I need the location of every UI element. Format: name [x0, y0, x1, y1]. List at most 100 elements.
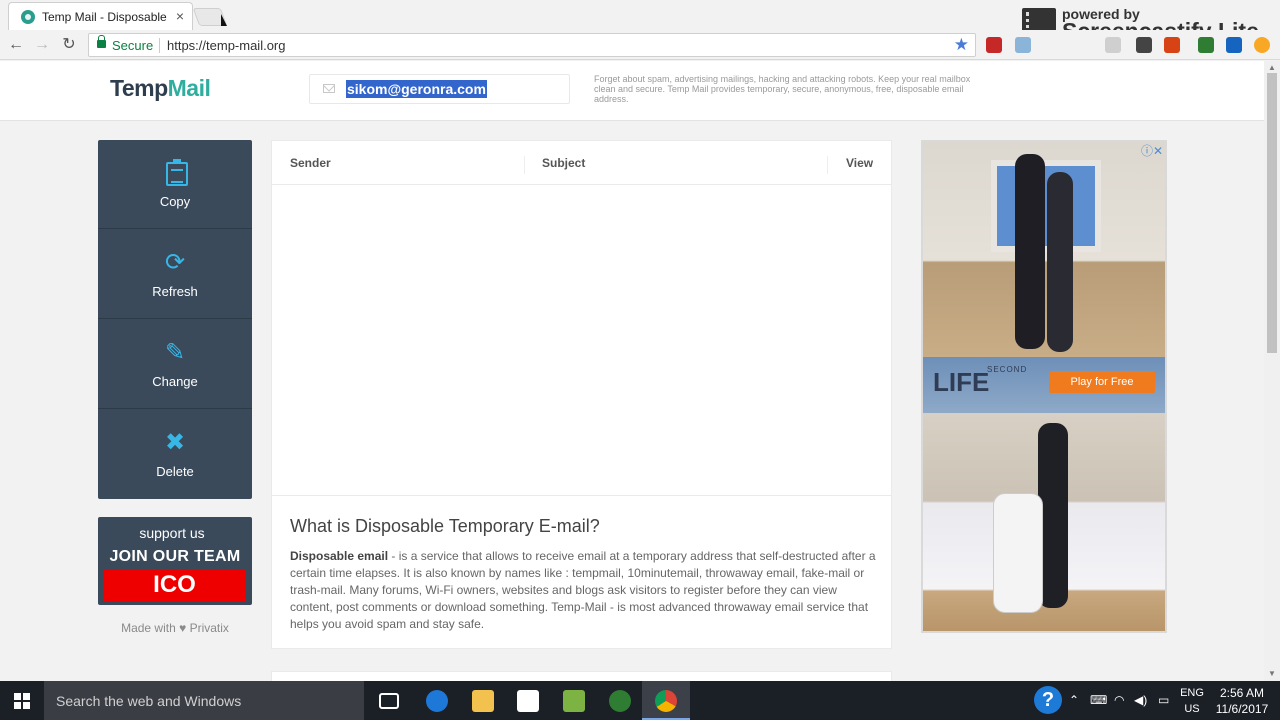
wifi-icon[interactable]: ◠ [1114, 693, 1124, 707]
change-button[interactable]: ✎ Change [98, 320, 252, 409]
scroll-up-icon[interactable]: ▲ [1268, 63, 1276, 72]
pen-icon: ✎ [164, 339, 186, 366]
second-life-logo: LIFE [933, 367, 990, 397]
promo-join-team: JOIN OUR TEAM [109, 548, 241, 565]
tab-title: Temp Mail - Disposable T [42, 10, 167, 24]
copy-label: Copy [159, 194, 191, 209]
clipboard-icon [166, 159, 188, 186]
extension-icon[interactable] [1254, 37, 1270, 53]
ad-figure-woman [1047, 172, 1073, 352]
omnibox-divider [159, 38, 160, 53]
delete-label: Delete [156, 464, 194, 479]
address-bar[interactable]: Secure https://temp-mail.org ★ [88, 33, 976, 57]
change-label: Change [152, 374, 198, 389]
tempmail-favicon-icon [21, 10, 35, 24]
ad-scene-top [923, 142, 1165, 357]
lang-line-2: US [1184, 703, 1200, 715]
tray-chevron-icon[interactable]: ⌃ [1069, 693, 1079, 707]
taskbar-search-box[interactable]: Search the web and Windows [44, 681, 364, 720]
notification-icon[interactable]: ▭ [1158, 693, 1169, 707]
inbox-panel: Sender Subject View [271, 140, 892, 496]
bookmark-star-icon[interactable]: ★ [954, 35, 969, 55]
back-arrow-icon[interactable]: ← [4, 34, 28, 56]
lock-icon [97, 35, 106, 48]
taskbar-clock[interactable]: 2:56 AM 11/6/2017 [1212, 685, 1272, 717]
refresh-label: Refresh [152, 284, 198, 299]
language-indicator[interactable]: ENG US [1178, 685, 1206, 717]
next-section-panel [271, 671, 892, 681]
logo-mail: Mail [167, 75, 211, 101]
clock-time: 2:56 AM [1219, 686, 1265, 700]
advertisement[interactable]: SECOND LIFE Play for Free ⓘ✕ [921, 140, 1167, 633]
ad-choices-close-icon[interactable]: ⓘ✕ [1141, 142, 1163, 159]
delete-button[interactable]: ✖ Delete [98, 410, 252, 499]
column-divider [827, 156, 828, 174]
forward-arrow-icon[interactable]: → [30, 34, 54, 56]
windows-start-icon[interactable] [14, 693, 30, 709]
tripadvisor-icon[interactable] [609, 690, 631, 712]
inbox-header: Sender Subject View [272, 141, 891, 185]
ad-banner: SECOND LIFE Play for Free [923, 357, 1165, 413]
page-viewport: TempMail sikom@geronra.com Forget about … [0, 61, 1264, 681]
column-subject: Subject [542, 156, 586, 170]
scrollbar-thumb[interactable] [1267, 73, 1277, 353]
promo-support-us: support us [139, 525, 205, 541]
info-section: What is Disposable Temporary E-mail? Dis… [271, 496, 892, 649]
info-title: What is Disposable Temporary E-mail? [290, 516, 600, 536]
tab-close-icon[interactable]: × [176, 8, 184, 24]
email-address-field[interactable]: sikom@geronra.com [309, 74, 570, 104]
refresh-button[interactable]: ⟳ Refresh [98, 230, 252, 319]
made-with-credit[interactable]: Made with ♥ Privatix [98, 621, 252, 635]
delete-icon: ✖ [164, 429, 186, 456]
url-text[interactable]: https://temp-mail.org [167, 38, 286, 53]
clock-date: 11/6/2017 [1215, 702, 1269, 716]
chrome-icon[interactable] [655, 690, 677, 712]
info-paragraph: Disposable email - is a service that all… [290, 548, 880, 633]
refresh-icon: ⟳ [164, 249, 186, 276]
help-icon[interactable]: ? [1034, 686, 1062, 714]
extension-icon[interactable] [1164, 37, 1180, 53]
reload-icon[interactable]: ↻ [57, 34, 81, 56]
page-scrollbar[interactable]: ▲ ▼ [1264, 61, 1280, 681]
copy-button[interactable]: Copy [98, 140, 252, 229]
ad-figure-kneeling [993, 493, 1043, 613]
info-bold-term: Disposable email [290, 549, 389, 563]
scroll-down-icon[interactable]: ▼ [1268, 669, 1276, 678]
email-address[interactable]: sikom@geronra.com [346, 80, 487, 98]
extension-icon[interactable] [1105, 37, 1121, 53]
task-view-icon[interactable] [379, 693, 399, 709]
ad-window-image [991, 160, 1101, 252]
file-explorer-icon[interactable] [472, 690, 494, 712]
ad-scene-bottom [923, 413, 1165, 631]
site-header: TempMail sikom@geronra.com Forget about … [0, 61, 1264, 121]
column-sender: Sender [290, 156, 331, 170]
logo-temp: Temp [110, 75, 168, 101]
extension-icon[interactable] [1226, 37, 1242, 53]
browser-tab[interactable]: Temp Mail - Disposable T × [8, 2, 193, 30]
ime-icon[interactable]: ⌨ [1090, 693, 1107, 707]
volume-icon[interactable]: ◀) [1134, 693, 1147, 707]
mouse-cursor-icon [221, 14, 227, 26]
edge-browser-icon[interactable] [426, 690, 448, 712]
windows-taskbar: Search the web and Windows ? ⌃ ⌨ ◠ ◀) ▭ … [0, 681, 1280, 720]
header-description: Forget about spam, advertising mailings,… [594, 74, 971, 104]
extension-icon[interactable] [986, 37, 1002, 53]
promo-ico-button[interactable]: ICO [104, 569, 245, 601]
ad-brand-small: SECOND [987, 365, 1028, 374]
site-logo[interactable]: TempMail [110, 75, 211, 102]
column-divider [524, 156, 525, 174]
extension-icon[interactable] [1198, 37, 1214, 53]
ico-promo-banner[interactable]: support us JOIN OUR TEAM ICO [98, 517, 252, 605]
browser-toolbar: ← → ↻ Secure https://temp-mail.org ★ [0, 30, 1280, 60]
tab-strip: Temp Mail - Disposable T × powered by Sc… [0, 0, 1280, 44]
evernote-icon[interactable] [563, 690, 585, 712]
column-view: View [846, 156, 874, 170]
extension-icon[interactable] [1015, 37, 1031, 53]
ad-figure-man [1015, 154, 1045, 349]
secure-label: Secure [112, 38, 154, 53]
store-icon[interactable] [517, 690, 539, 712]
lang-line-1: ENG [1180, 687, 1204, 699]
play-for-free-button[interactable]: Play for Free [1049, 371, 1155, 393]
envelope-icon [323, 84, 335, 93]
extension-icon[interactable] [1136, 37, 1152, 53]
